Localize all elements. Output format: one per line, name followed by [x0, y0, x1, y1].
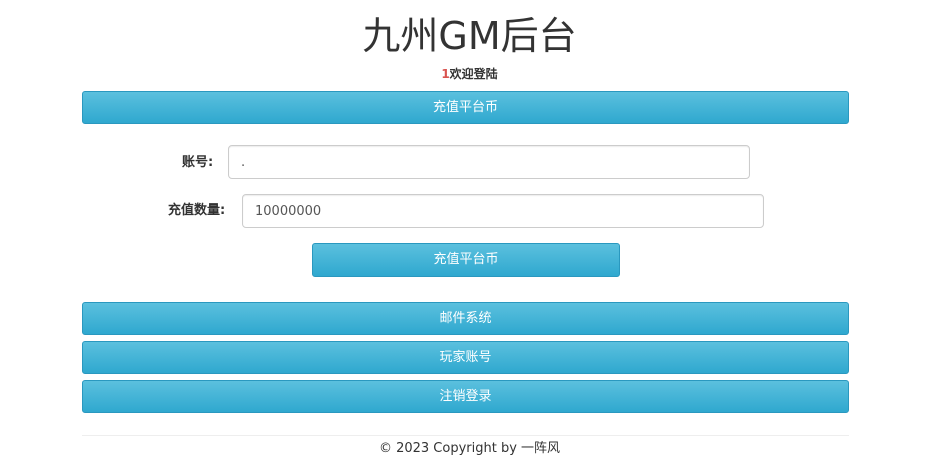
recharge-submit-button[interactable]: 充值平台币: [312, 243, 620, 277]
amount-label: 充值数量:: [168, 203, 226, 218]
welcome-text: 欢迎登陆: [449, 67, 498, 81]
footer-divider: [82, 435, 849, 436]
account-input[interactable]: [228, 145, 750, 179]
welcome-message: 1欢迎登陆: [0, 65, 939, 83]
amount-input[interactable]: [242, 194, 764, 228]
recharge-platform-coin-section-button[interactable]: 充值平台币: [82, 91, 849, 124]
page-title: 九州GM后台: [362, 14, 577, 58]
footer-copyright: © 2023 Copyright by 一阵风: [378, 441, 561, 456]
mail-system-button[interactable]: 邮件系统: [82, 302, 849, 335]
player-account-button[interactable]: 玩家账号: [82, 341, 849, 374]
account-label: 账号:: [182, 155, 214, 170]
user-id: 1: [441, 67, 450, 81]
logout-button[interactable]: 注销登录: [82, 380, 849, 413]
